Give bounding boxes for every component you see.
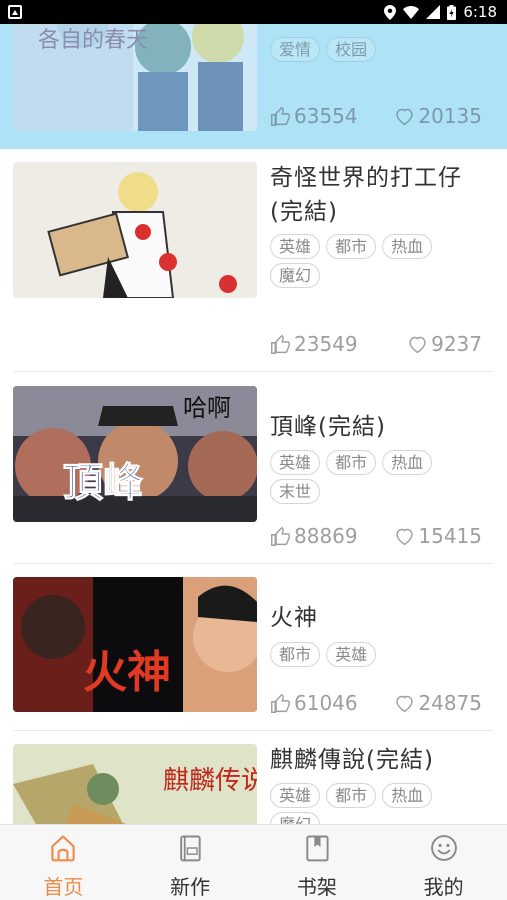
smiley-icon (430, 835, 457, 861)
comic-title: 頂峰(完結) (270, 414, 386, 440)
like-count: 63554 (294, 104, 358, 128)
favorite-count: 24875 (418, 691, 482, 715)
tag: 英雄 (270, 234, 321, 259)
tag: 英雄 (270, 450, 321, 475)
new-book-icon (180, 835, 201, 862)
notification-app-icon (8, 5, 22, 19)
tab-new[interactable]: 新作 (127, 825, 254, 900)
tag: 魔幻 (270, 812, 321, 824)
svg-text:哈啊: 哈啊 (183, 394, 231, 422)
comic-card[interactable]: 麒麟传说 麒麟傳說(完結) 英雄 都市 热血 魔幻 (0, 731, 507, 824)
heart-icon (409, 336, 426, 353)
favorite-stat[interactable]: 15415 (394, 524, 482, 548)
tag: 英雄 (326, 642, 377, 667)
status-time: 6:18 (463, 3, 497, 21)
stats-row: 23549 9237 (270, 332, 482, 356)
comic-cover: 麒麟传说 (13, 744, 257, 824)
tag-list: 都市 英雄 (270, 642, 480, 671)
svg-text:麒麟传说: 麒麟传说 (163, 766, 257, 796)
svg-text:各自的春天: 各自的春天 (38, 28, 148, 53)
tag: 都市 (270, 642, 321, 667)
heart-icon (396, 695, 414, 712)
thumbs-up-icon (271, 526, 290, 546)
like-count: 61046 (294, 691, 358, 715)
tab-label: 新作 (170, 875, 211, 899)
tag: 热血 (382, 234, 433, 259)
tag: 英雄 (270, 783, 321, 808)
like-count: 88869 (294, 524, 358, 548)
tag: 末世 (270, 479, 321, 504)
comic-card[interactable]: 奇怪世界的打工仔(完結) 英雄 都市 热血 魔幻 23549 9237 (0, 149, 507, 372)
tag: 爱情 (270, 37, 321, 62)
favorite-count: 9237 (431, 332, 482, 356)
favorite-count: 20135 (418, 104, 482, 128)
tab-mine[interactable]: 我的 (380, 825, 507, 900)
home-icon (51, 835, 76, 862)
favorite-stat[interactable]: 24875 (394, 691, 482, 715)
stats-row: 63554 20135 (270, 104, 482, 128)
like-stat[interactable]: 88869 (270, 524, 358, 548)
comic-card[interactable]: 火神 火神 都市 英雄 61046 24875 (0, 564, 507, 731)
tag: 热血 (382, 783, 433, 808)
bookshelf-icon (306, 835, 329, 862)
wifi-icon (403, 5, 420, 19)
favorite-count: 15415 (418, 524, 482, 548)
tag: 都市 (326, 783, 377, 808)
tab-label: 书架 (296, 875, 337, 899)
tag: 都市 (326, 234, 377, 259)
thumbs-up-icon (271, 334, 290, 354)
like-stat[interactable]: 63554 (270, 104, 358, 128)
tag-list: 英雄 都市 热血 末世 (270, 450, 480, 508)
thumbs-up-icon (271, 106, 290, 126)
favorite-stat[interactable]: 20135 (394, 104, 482, 128)
comic-cover (13, 162, 257, 298)
bottom-tab-bar: 首页 新作 书架 我的 (0, 824, 507, 900)
heart-icon (396, 108, 414, 125)
like-count: 23549 (294, 332, 358, 356)
comic-title: 奇怪世界的打工仔(完結) (270, 165, 462, 225)
stats-row: 61046 24875 (270, 691, 482, 715)
like-stat[interactable]: 23549 (270, 332, 358, 356)
favorite-stat[interactable]: 9237 (407, 332, 482, 356)
comic-title: 麒麟傳說(完結) (270, 747, 434, 773)
svg-text:火神: 火神 (83, 647, 171, 698)
comic-feed[interactable]: 各自的春天 爱情 校园 63554 20135 奇怪世界的打工仔(完結) 英雄 … (0, 24, 507, 824)
comic-cover: 火神 (13, 577, 257, 712)
thumbs-up-icon (271, 693, 290, 713)
tag-list: 英雄 都市 热血 魔幻 (270, 783, 480, 824)
tab-home[interactable]: 首页 (0, 825, 127, 900)
stats-row: 88869 15415 (270, 524, 482, 548)
status-bar: 6:18 (0, 0, 507, 24)
tag: 校园 (326, 37, 377, 62)
location-icon (384, 4, 397, 20)
tag: 热血 (382, 450, 433, 475)
tab-label: 我的 (423, 875, 464, 899)
tab-label: 首页 (43, 875, 84, 899)
tab-bookshelf[interactable]: 书架 (254, 825, 381, 900)
comic-cover: 各自的春天 (13, 24, 257, 131)
comic-card[interactable]: 哈啊 頂峰 頂峰(完結) 英雄 都市 热血 末世 88869 15415 (0, 372, 507, 564)
comic-cover: 哈啊 頂峰 (13, 386, 257, 522)
tag-list: 爱情 校园 (270, 37, 480, 66)
signal-icon (426, 5, 441, 19)
tag-list: 英雄 都市 热血 魔幻 (270, 234, 480, 292)
battery-icon (447, 4, 457, 20)
heart-icon (396, 528, 414, 545)
tag: 魔幻 (270, 263, 321, 288)
comic-title: 火神 (270, 605, 318, 631)
tag: 都市 (326, 450, 377, 475)
like-stat[interactable]: 61046 (270, 691, 358, 715)
svg-text:頂峰: 頂峰 (63, 460, 143, 506)
comic-card[interactable]: 各自的春天 爱情 校园 63554 20135 (0, 24, 507, 149)
